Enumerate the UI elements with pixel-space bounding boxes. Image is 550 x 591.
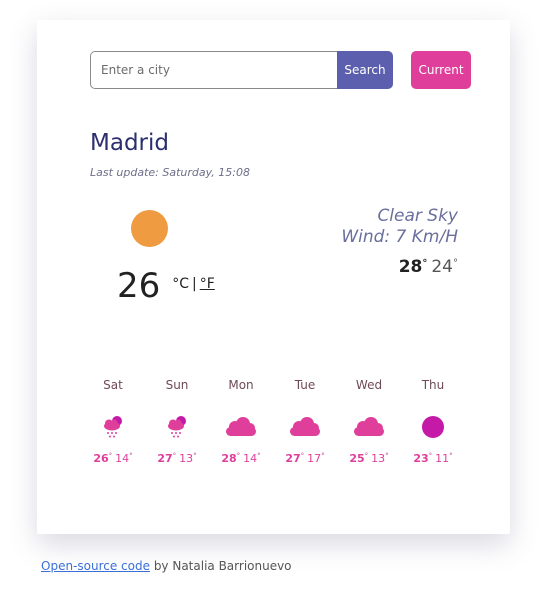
sun-icon: [131, 210, 168, 247]
sun-icon: [401, 412, 465, 442]
sun-rain-cloud-icon: [81, 412, 145, 442]
forecast-day-name: Sun: [165, 378, 189, 392]
cloud-icon: [209, 412, 273, 442]
forecast-temps: 23° 11°: [413, 452, 453, 465]
today-temperature-range: 28° 24°: [399, 257, 458, 277]
search-form: Search: [90, 51, 393, 89]
temperature-value: 26: [117, 266, 161, 306]
forecast-day: Wed 25° 13°: [337, 378, 401, 465]
forecast-day: Sun 27° 13°: [145, 378, 209, 465]
forecast: Sat 26° 14° Sun 27° 13° Mon 28° 14° Tue …: [81, 378, 465, 465]
forecast-day-name: Tue: [294, 378, 316, 392]
forecast-temps: 27° 17°: [285, 452, 325, 465]
unit-separator: |: [192, 276, 197, 292]
forecast-day: Tue 27° 17°: [273, 378, 337, 465]
last-update: Last update: Saturday, 15:08: [90, 166, 250, 179]
forecast-temps: 27° 13°: [157, 452, 197, 465]
celsius-unit[interactable]: °C: [172, 276, 189, 292]
current-location-button[interactable]: Current: [411, 51, 471, 89]
forecast-temps: 28° 14°: [221, 452, 261, 465]
weather-details: Clear Sky Wind: 7 Km/H: [341, 206, 458, 248]
unit-toggle: °C | °F: [172, 276, 215, 292]
forecast-day: Sat 26° 14°: [81, 378, 145, 465]
today-min-temp: 24°: [431, 257, 458, 277]
city-name: Madrid: [90, 130, 169, 156]
forecast-day-name: Mon: [228, 378, 254, 392]
current-temperature: 26 °C | °F: [117, 266, 215, 306]
forecast-day-name: Thu: [421, 378, 445, 392]
forecast-temps: 26° 14°: [93, 452, 133, 465]
forecast-day-name: Wed: [355, 378, 383, 392]
forecast-day-name: Sat: [103, 378, 123, 392]
search-button[interactable]: Search: [337, 51, 393, 89]
forecast-temps: 25° 13°: [349, 452, 389, 465]
cloud-icon: [273, 412, 337, 442]
forecast-day: Thu 23° 11°: [401, 378, 465, 465]
source-code-link[interactable]: Open-source code: [41, 559, 150, 573]
weather-card: Search Current Madrid Last update: Satur…: [37, 20, 510, 534]
forecast-day: Mon 28° 14°: [209, 378, 273, 465]
cloud-icon: [337, 412, 401, 442]
author-credit: by Natalia Barrionuevo: [153, 559, 292, 573]
city-search-input[interactable]: [90, 51, 337, 89]
fahrenheit-link[interactable]: °F: [200, 276, 215, 292]
sun-rain-cloud-icon: [145, 412, 209, 442]
wind-speed: Wind: 7 Km/H: [341, 227, 458, 247]
footer: Open-source code by Natalia Barrionuevo: [41, 559, 292, 573]
weather-description: Clear Sky: [377, 206, 458, 226]
today-max-temp: 28°: [398, 257, 428, 277]
